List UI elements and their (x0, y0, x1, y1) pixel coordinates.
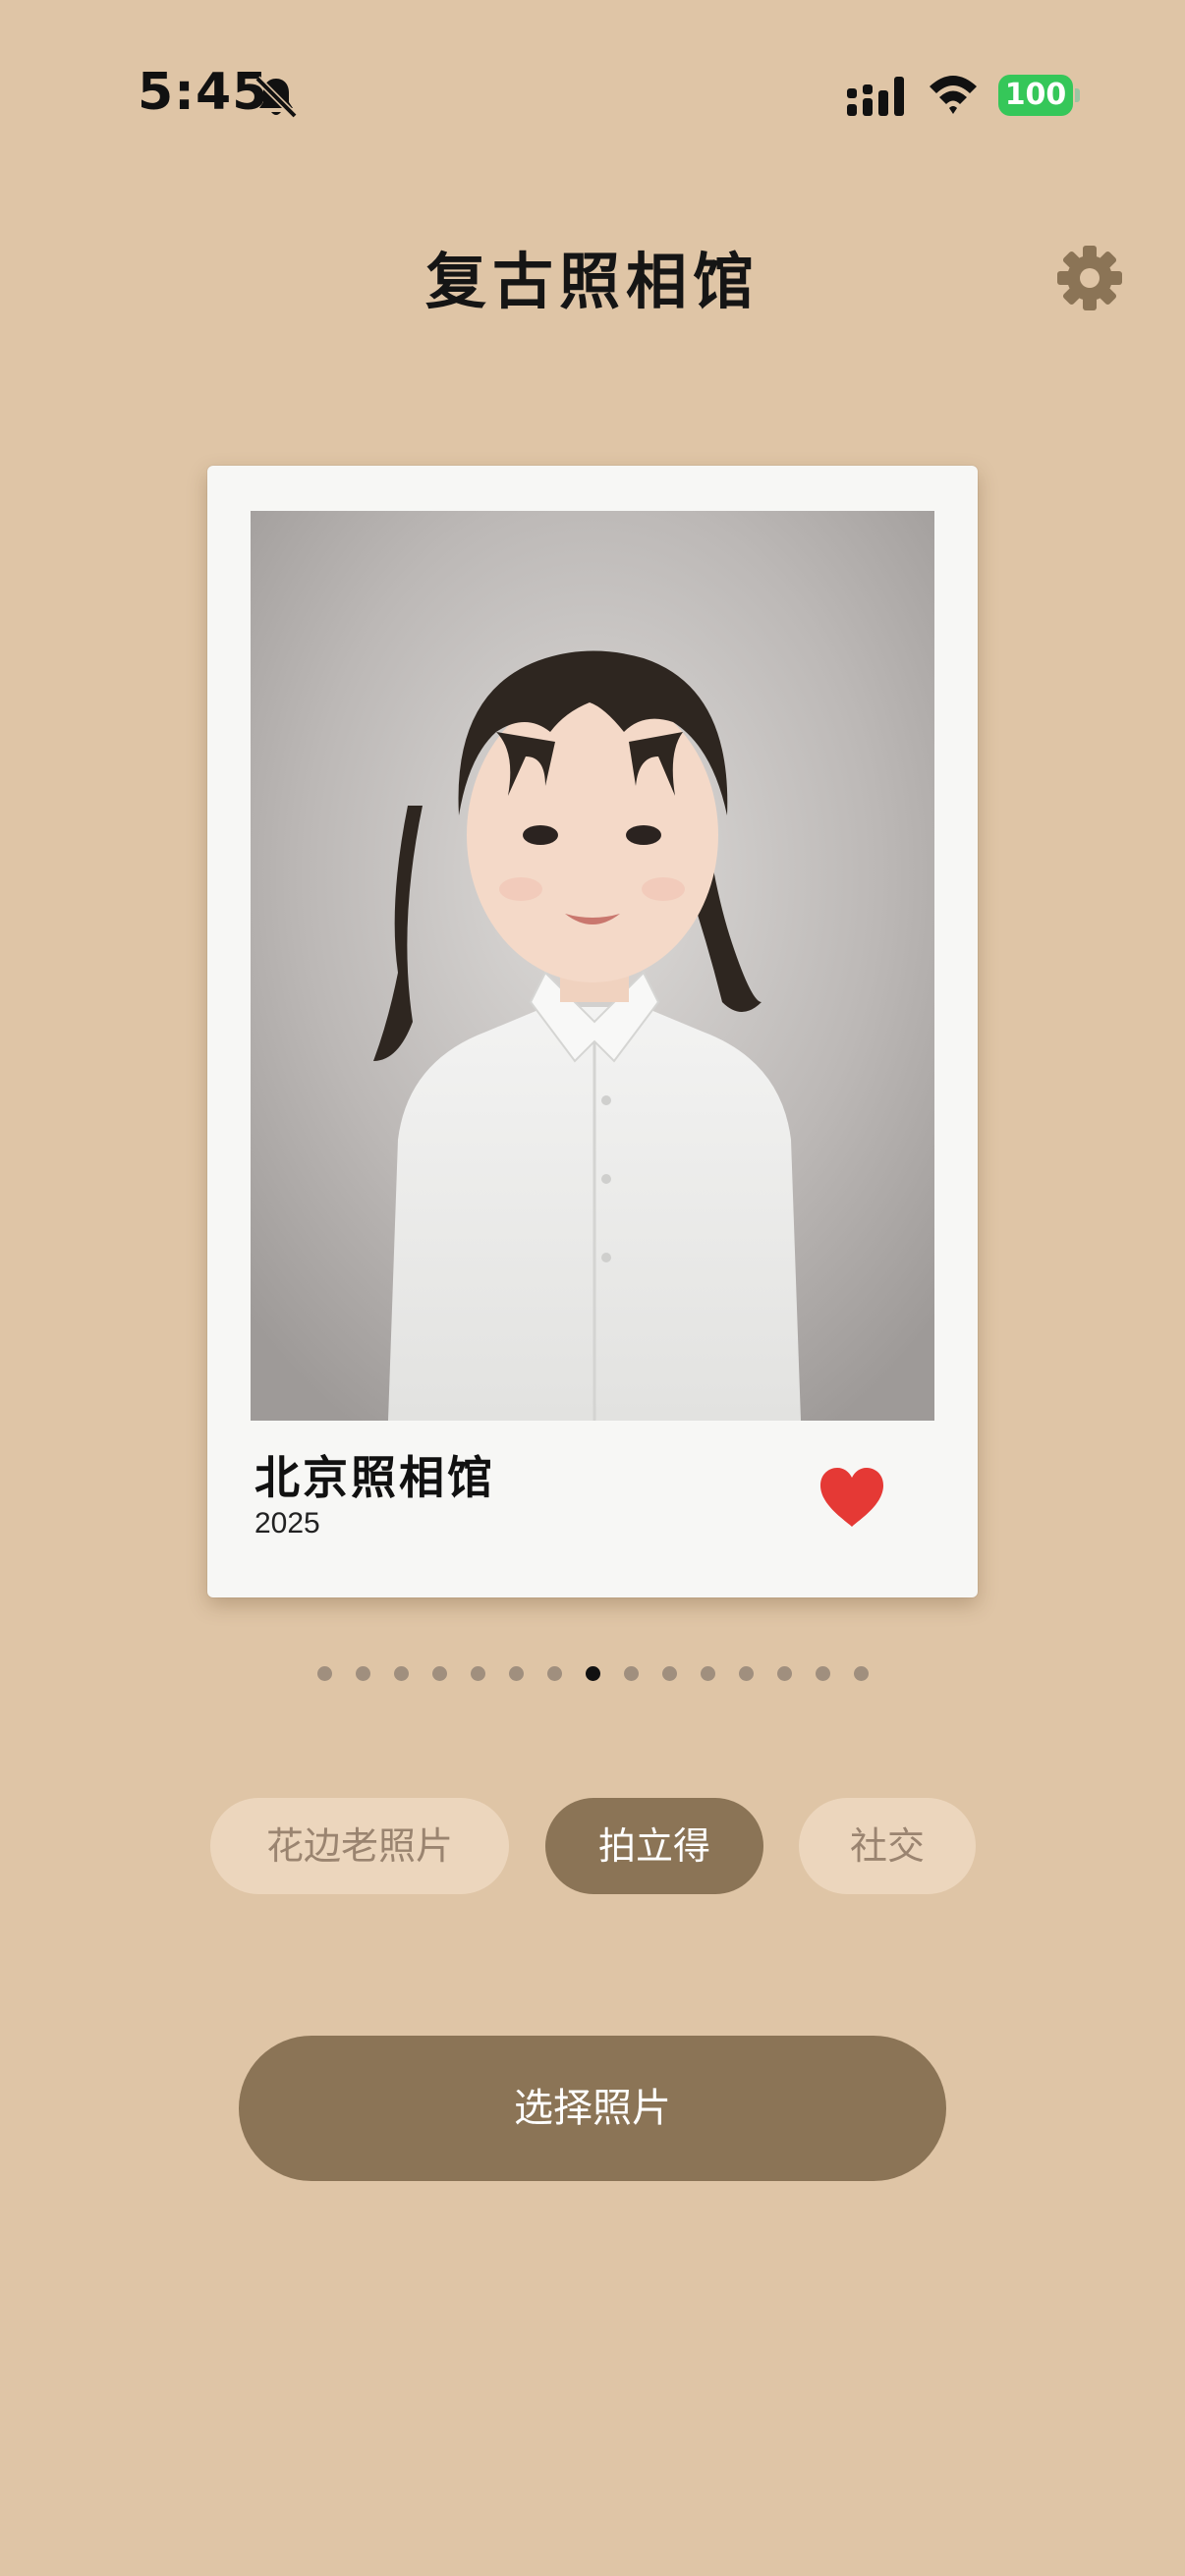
page-dot[interactable] (356, 1666, 370, 1681)
status-time: 5:45 (138, 63, 269, 122)
tab-social[interactable]: 社交 (799, 1798, 976, 1894)
page-title: 复古照相馆 (424, 246, 760, 317)
card-caption-title: 北京照相馆 (254, 1451, 495, 1504)
tab-lace-old-photo[interactable]: 花边老照片 (210, 1798, 509, 1894)
page-dot-active[interactable] (586, 1666, 600, 1681)
page-dot[interactable] (317, 1666, 332, 1681)
battery-level: 100 (998, 75, 1073, 116)
page-dot[interactable] (777, 1666, 792, 1681)
portrait-illustration (251, 511, 934, 1421)
page-dot[interactable] (816, 1666, 830, 1681)
battery-tip (1075, 88, 1080, 102)
page-dot[interactable] (739, 1666, 754, 1681)
heart-icon[interactable] (817, 1464, 887, 1531)
page-dot[interactable] (394, 1666, 409, 1681)
gear-icon[interactable] (1055, 244, 1124, 312)
page-dot[interactable] (471, 1666, 485, 1681)
page-dot[interactable] (662, 1666, 677, 1681)
bell-off-icon (254, 76, 298, 119)
tab-polaroid[interactable]: 拍立得 (545, 1798, 763, 1894)
card-caption-year: 2025 (254, 1507, 320, 1540)
photo-card[interactable]: 北京照相馆 2025 (207, 466, 978, 1597)
photo-preview (251, 511, 934, 1421)
page-dot[interactable] (701, 1666, 715, 1681)
status-bar: 5:45 100 (0, 0, 1185, 196)
page-dot[interactable] (547, 1666, 562, 1681)
choose-photo-button[interactable]: 选择照片 (239, 2036, 946, 2181)
carousel-page-indicator[interactable] (0, 1666, 1185, 1686)
page-dot[interactable] (432, 1666, 447, 1681)
page-dot[interactable] (624, 1666, 639, 1681)
signal-icon (847, 77, 904, 116)
page-dot[interactable] (509, 1666, 524, 1681)
page-dot[interactable] (854, 1666, 869, 1681)
battery-indicator: 100 (998, 75, 1080, 116)
wifi-icon (930, 76, 977, 114)
